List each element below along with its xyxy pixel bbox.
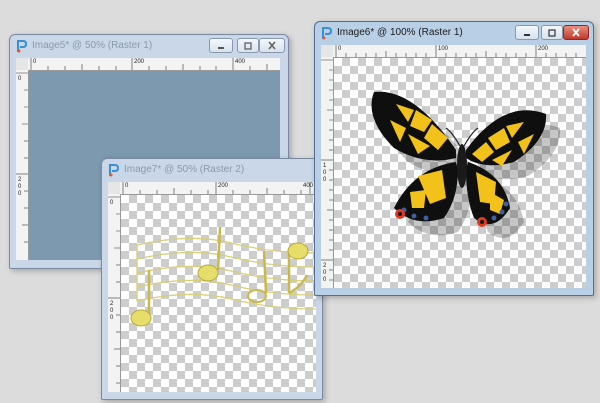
music-note-head [130, 309, 152, 327]
ruler-label: 0 [110, 308, 114, 314]
music-note-head [247, 289, 267, 303]
close-button[interactable] [563, 25, 589, 40]
minimize-icon [210, 39, 232, 52]
minimize-button[interactable] [209, 38, 233, 53]
maximize-button[interactable] [237, 38, 259, 53]
image6-horizontal-ruler: 0 100 200 300 [333, 45, 586, 58]
ruler-label: 400 [235, 59, 246, 65]
music-note-head [197, 264, 219, 282]
image7-titlebar[interactable]: Image7* @ 50% (Raster 2) [102, 159, 322, 181]
ruler-label: 100 [438, 46, 449, 52]
image5-title: Image5* @ 50% (Raster 1) [32, 40, 153, 51]
close-icon [564, 26, 588, 39]
image6-canvas[interactable] [334, 58, 586, 288]
ruler-label: 0 [110, 200, 114, 206]
ruler-label: 400 [303, 183, 314, 189]
maximize-button[interactable] [541, 25, 563, 40]
ruler-label: 0 [323, 277, 327, 283]
image7-vertical-ruler: 0 2 0 0 [108, 194, 121, 392]
ruler-label: 0 [125, 183, 129, 189]
image6-vertical-ruler: 1 0 0 2 0 0 [321, 57, 334, 288]
ruler-label: 2 [323, 263, 327, 269]
ruler-label: 200 [134, 59, 145, 65]
maximize-icon [542, 26, 562, 39]
ruler-label: 0 [18, 191, 22, 197]
ruler-label: 0 [33, 59, 37, 65]
psp-app-icon [322, 27, 333, 40]
close-button[interactable] [259, 38, 285, 53]
ruler-label: 2 [18, 177, 22, 183]
ruler-label: 2 [110, 301, 114, 307]
image6-title: Image6* @ 100% (Raster 1) [337, 27, 463, 38]
music-note-head [287, 242, 309, 260]
image7-title: Image7* @ 50% (Raster 2) [124, 164, 245, 175]
ruler-label: 200 [218, 183, 229, 189]
image7-window[interactable]: Image7* @ 50% (Raster 2) 0 200 400 0 2 0… [101, 158, 323, 400]
ruler-label: 1 [323, 163, 327, 169]
ruler-label: 0 [323, 170, 327, 176]
ruler-label: 0 [18, 76, 22, 82]
minimize-icon [516, 26, 538, 39]
minimize-button[interactable] [515, 25, 539, 40]
ruler-label: 0 [338, 46, 342, 52]
image7-horizontal-ruler: 0 200 400 [120, 182, 316, 195]
image5-vertical-ruler: 0 2 0 0 [16, 70, 29, 260]
image6-window[interactable]: Image6* @ 100% (Raster 1) 0 100 200 300 … [314, 21, 594, 296]
ruler-label: 0 [323, 177, 327, 183]
music-notes-image [130, 226, 316, 327]
image5-horizontal-ruler: 0 200 400 600 [28, 58, 280, 71]
ruler-label: 200 [538, 46, 549, 52]
maximize-icon [238, 39, 258, 52]
image5-titlebar[interactable]: Image5* @ 50% (Raster 1) [10, 35, 288, 57]
ruler-label: 0 [110, 315, 114, 321]
ruler-label: 0 [323, 270, 327, 276]
psp-app-icon [17, 40, 28, 53]
close-icon [260, 39, 284, 52]
psp-app-icon [109, 164, 120, 177]
ruler-label: 0 [18, 184, 22, 190]
image7-canvas[interactable] [121, 195, 316, 392]
butterfly-image [371, 91, 561, 239]
image6-titlebar[interactable]: Image6* @ 100% (Raster 1) [315, 22, 593, 44]
